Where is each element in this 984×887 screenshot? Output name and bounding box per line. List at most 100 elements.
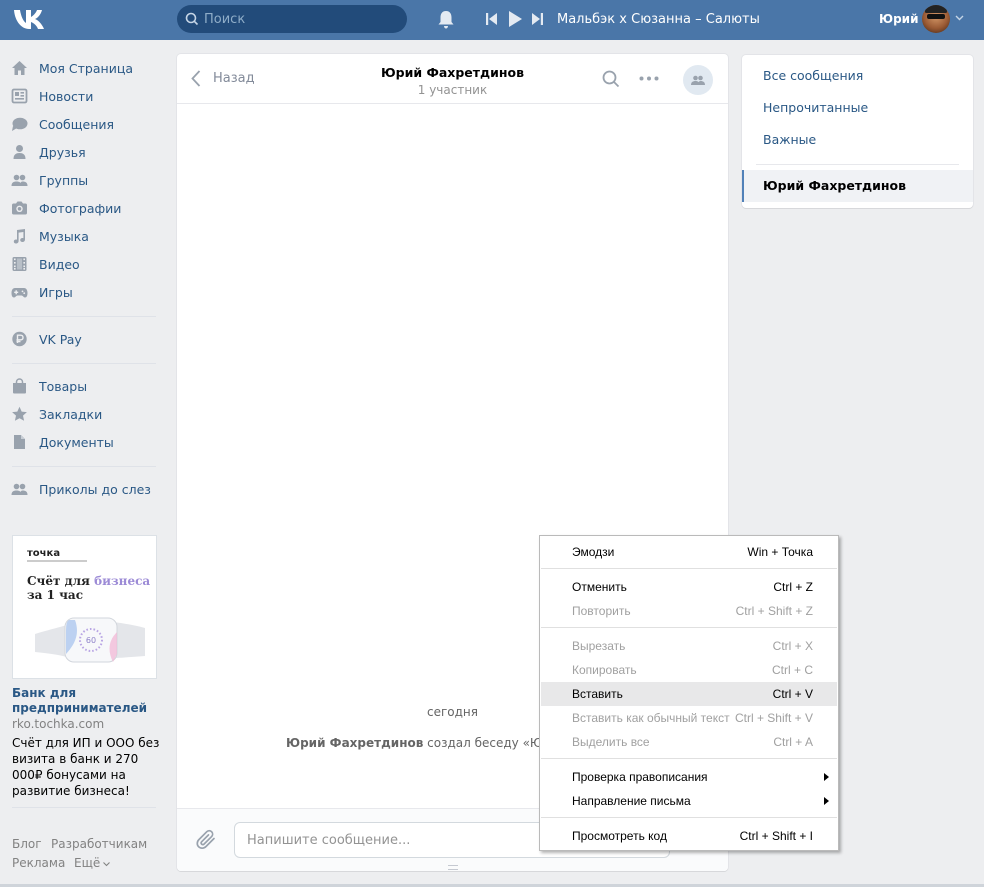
nav-label: Товары (39, 379, 88, 394)
nav-label: Новости (39, 89, 94, 104)
nav-item-vk-pay[interactable]: VK Pay (0, 325, 160, 353)
search-input[interactable] (204, 9, 399, 29)
filter-important[interactable]: Важные (742, 124, 973, 156)
ctx-shortcut: Win + Точка (747, 545, 813, 559)
ad-image[interactable]: точка Счёт для бизнеса за 1 час 60 (12, 535, 157, 679)
nav-label: Игры (39, 285, 73, 300)
home-icon (12, 61, 27, 75)
nav-label: Группы (39, 173, 89, 188)
previous-track-icon[interactable] (486, 13, 497, 25)
nav-separator (12, 466, 156, 467)
nav-item-groups[interactable]: Группы (0, 166, 160, 194)
filter-all-messages[interactable]: Все сообщения (742, 60, 973, 92)
news-icon (11, 88, 28, 104)
footer-link-more[interactable]: Ещё (74, 856, 100, 870)
conversation-members-count[interactable]: 1 участник (177, 83, 728, 97)
nav-item-news[interactable]: Новости (0, 82, 160, 110)
nav-item-bookmarks[interactable]: Закладки (0, 400, 160, 428)
user-avatar[interactable] (922, 5, 950, 33)
service-author-link[interactable]: Юрий Фахретдинов (286, 736, 423, 750)
filter-separator (756, 164, 959, 165)
ctx-undo[interactable]: Отменить Ctrl + Z (541, 575, 837, 599)
play-icon[interactable] (509, 11, 522, 27)
nav-item-documents[interactable]: Документы (0, 428, 160, 456)
ctx-separator (541, 568, 837, 569)
camera-icon (12, 201, 27, 215)
chat-header: Назад Юрий Фахретдинов 1 участник (177, 54, 728, 104)
nav-item-goods[interactable]: Товары (0, 372, 160, 400)
ad-brand-tagline (27, 560, 87, 562)
nav-item-games[interactable]: Игры (0, 278, 160, 306)
ctx-inspect[interactable]: Просмотреть код Ctrl + Shift + I (541, 824, 837, 848)
user-name[interactable]: Юрий (879, 12, 919, 26)
ad-brand: точка (27, 548, 61, 559)
search-icon[interactable] (602, 70, 620, 88)
ctx-label: Эмодзи (572, 545, 615, 559)
nav-item-music[interactable]: Музыка (0, 222, 160, 250)
footer-link-ads[interactable]: Реклама (12, 856, 65, 870)
chevron-down-icon[interactable] (955, 15, 964, 21)
gamepad-icon (11, 288, 28, 298)
nav-separator (12, 316, 156, 317)
ctx-paste[interactable]: Вставить Ctrl + V (541, 682, 837, 706)
paperclip-icon[interactable] (196, 829, 217, 851)
chevron-down-icon[interactable] (103, 862, 110, 867)
nav-label: Музыка (39, 229, 89, 244)
ctx-shortcut: Ctrl + V (772, 687, 813, 701)
members-button[interactable] (683, 65, 713, 95)
bell-icon[interactable] (437, 10, 455, 29)
ctx-shortcut: Ctrl + A (773, 735, 813, 749)
footer-link-blog[interactable]: Блог (12, 837, 42, 851)
ad-headline-accent: бизнеса (94, 574, 151, 588)
ctx-paste-plain-text[interactable]: Вставить как обычный текст Ctrl + Shift +… (541, 706, 837, 730)
filter-unread[interactable]: Непрочитанные (742, 92, 973, 124)
more-options-icon[interactable] (639, 76, 659, 81)
now-playing-title[interactable]: Мальбэк x Сюзанна – Салюты (557, 12, 760, 27)
ctx-spellcheck[interactable]: Проверка правописания (541, 765, 837, 789)
ctx-select-all[interactable]: Выделить все Ctrl + A (541, 730, 837, 754)
ctx-copy[interactable]: Копировать Ctrl + C (541, 658, 837, 682)
ctx-writing-direction[interactable]: Направление письма (541, 789, 837, 813)
ctx-label: Вырезать (572, 639, 626, 653)
groups-icon (11, 483, 28, 495)
ad-domain[interactable]: rko.tochka.com (12, 717, 104, 731)
filter-label: Юрий Фахретдинов (763, 178, 907, 193)
ctx-shortcut: Ctrl + Z (773, 580, 813, 594)
filter-active-conversation[interactable]: Юрий Фахретдинов (742, 170, 973, 202)
nav-item-group-jokes[interactable]: Приколы до слез (0, 475, 160, 503)
music-note-icon (13, 229, 25, 244)
footer-link-developers[interactable]: Разработчикам (51, 837, 147, 851)
ad-title-link[interactable]: Банк для предпринимателей (12, 686, 157, 716)
ctx-label: Направление письма (572, 794, 691, 808)
nav-label: Друзья (39, 145, 86, 160)
ctx-redo[interactable]: Повторить Ctrl + Shift + Z (541, 599, 837, 623)
footer-separator (12, 807, 156, 808)
nav-item-my-page[interactable]: Моя Страница (0, 54, 160, 82)
nav-label: Приколы до слез (39, 482, 151, 497)
ctx-cut[interactable]: Вырезать Ctrl + X (541, 634, 837, 658)
ad-headline: Счёт для бизнеса (27, 574, 150, 588)
nav-item-photos[interactable]: Фотографии (0, 194, 160, 222)
resize-grip[interactable] (448, 865, 458, 870)
ctx-label: Повторить (572, 604, 631, 618)
nav-label: Моя Страница (39, 61, 133, 76)
avatar-glasses (927, 14, 945, 19)
next-track-icon[interactable] (532, 13, 543, 25)
nav-item-video[interactable]: Видео (0, 250, 160, 278)
nav-item-friends[interactable]: Друзья (0, 138, 160, 166)
filter-label: Важные (763, 132, 817, 147)
smartwatch-illustration: 60 (35, 617, 145, 663)
ctx-label: Выделить все (572, 735, 650, 749)
ad-description[interactable]: Счёт для ИП и ООО без визита в банк и 27… (12, 735, 162, 799)
ctx-shortcut: Ctrl + X (772, 639, 813, 653)
ctx-label: Просмотреть код (572, 829, 667, 843)
ctx-shortcut: Ctrl + Shift + V (734, 711, 813, 725)
vk-logo-icon[interactable] (12, 6, 46, 32)
ctx-emoji[interactable]: Эмодзи Win + Точка (541, 540, 837, 564)
submenu-arrow-icon (824, 797, 829, 805)
document-icon (14, 435, 25, 449)
nav-item-messages[interactable]: Сообщения (0, 110, 160, 138)
search-box[interactable] (177, 5, 407, 33)
ctx-shortcut: Ctrl + Shift + Z (735, 604, 813, 618)
ctx-label: Проверка правописания (572, 770, 708, 784)
